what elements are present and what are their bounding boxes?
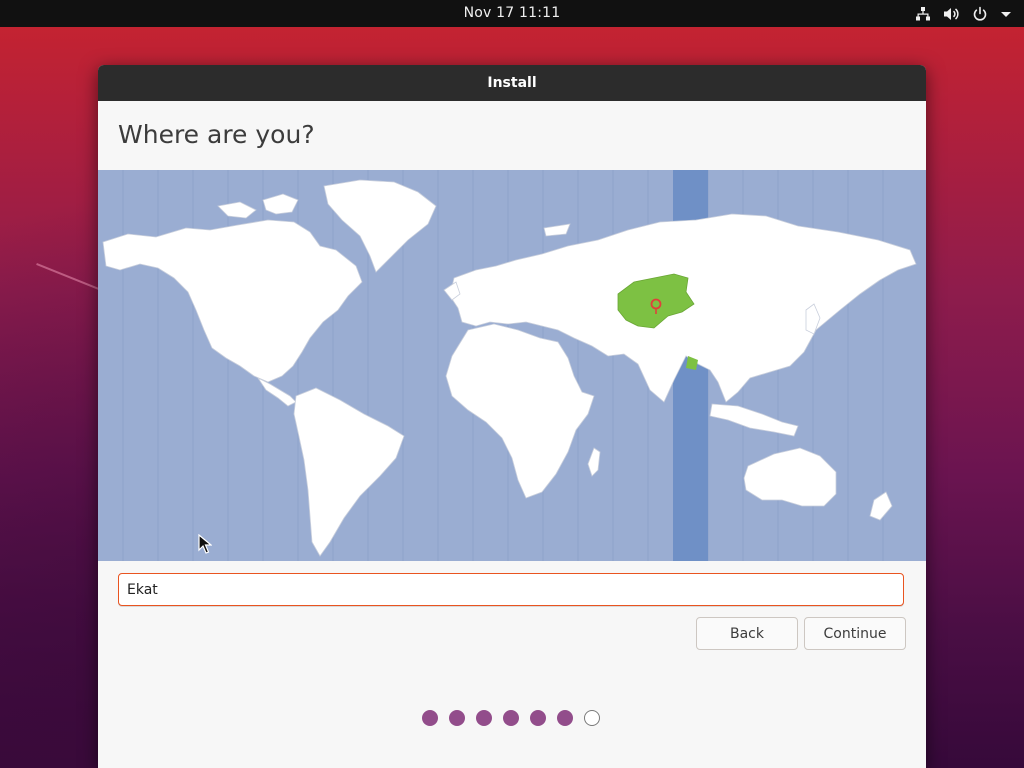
- progress-dot: [449, 710, 465, 726]
- network-icon[interactable]: [915, 6, 931, 22]
- page-title: Where are you?: [118, 120, 315, 149]
- progress-dot: [422, 710, 438, 726]
- clock[interactable]: Nov 17 11:11: [0, 5, 1024, 21]
- continue-button[interactable]: Continue: [804, 617, 906, 650]
- mouse-cursor-icon: [198, 533, 213, 558]
- installer-window: Install Where are you? Ekat Back Continu…: [98, 65, 926, 768]
- top-bar: Nov 17 11:11: [0, 0, 1024, 27]
- power-icon[interactable]: [972, 6, 988, 22]
- location-search-field[interactable]: [118, 573, 904, 606]
- progress-dot: [530, 710, 546, 726]
- progress-dot: [476, 710, 492, 726]
- progress-dots: [422, 710, 600, 726]
- system-menu-arrow-icon[interactable]: [1000, 6, 1012, 22]
- window-title: Install: [98, 65, 926, 101]
- timezone-map[interactable]: [98, 170, 926, 561]
- wallpaper-streak: [36, 262, 102, 292]
- location-search-input[interactable]: [119, 574, 903, 605]
- system-tray[interactable]: [915, 4, 1012, 23]
- back-button[interactable]: Back: [696, 617, 798, 650]
- volume-icon[interactable]: [943, 6, 960, 22]
- progress-dot-current: [584, 710, 600, 726]
- progress-dot: [503, 710, 519, 726]
- progress-dot: [557, 710, 573, 726]
